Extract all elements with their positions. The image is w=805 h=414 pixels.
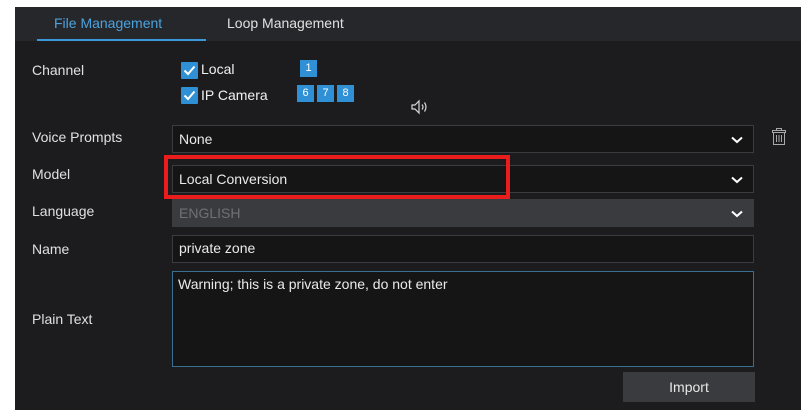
ip-camera-checkbox[interactable] xyxy=(181,87,198,104)
local-checkbox[interactable] xyxy=(181,62,198,79)
voice-prompts-label: Voice Prompts xyxy=(32,129,123,145)
local-checkbox-label: Local xyxy=(201,61,235,77)
chevron-down-icon xyxy=(731,136,743,144)
voice-prompts-value: None xyxy=(179,131,213,147)
trash-icon[interactable] xyxy=(772,128,786,145)
channel-label: Channel xyxy=(32,62,85,78)
active-tab-indicator xyxy=(37,39,206,41)
plain-text-value: Warning; this is a private zone, do not … xyxy=(178,276,448,292)
name-input[interactable]: private zone xyxy=(172,235,754,263)
channel-button-7[interactable]: 7 xyxy=(317,85,334,102)
chevron-down-icon xyxy=(731,176,743,184)
chevron-down-icon xyxy=(731,210,743,218)
import-button[interactable]: Import xyxy=(623,372,755,402)
channel-button-1[interactable]: 1 xyxy=(300,60,317,77)
plain-text-input[interactable]: Warning; this is a private zone, do not … xyxy=(172,271,754,367)
language-value: ENGLISH xyxy=(179,205,241,221)
tab-loop-management[interactable]: Loop Management xyxy=(227,15,344,31)
name-label: Name xyxy=(32,241,70,257)
check-icon xyxy=(183,90,196,101)
ip-camera-checkbox-label: IP Camera xyxy=(201,87,268,103)
language-select: ENGLISH xyxy=(172,199,754,227)
tab-file-management[interactable]: File Management xyxy=(54,15,162,31)
highlight-box xyxy=(164,155,510,199)
settings-panel: File Management Loop Management Channel … xyxy=(15,7,801,410)
voice-prompts-select[interactable]: None xyxy=(172,125,754,153)
speaker-icon[interactable] xyxy=(411,99,429,115)
channel-button-6[interactable]: 6 xyxy=(297,85,314,102)
name-value: private zone xyxy=(179,240,256,256)
check-icon xyxy=(183,65,196,76)
channel-button-8[interactable]: 8 xyxy=(337,85,354,102)
tab-bar: File Management Loop Management xyxy=(15,7,801,41)
plain-text-label: Plain Text xyxy=(32,311,93,327)
model-label: Model xyxy=(32,166,71,182)
language-label: Language xyxy=(32,203,95,219)
